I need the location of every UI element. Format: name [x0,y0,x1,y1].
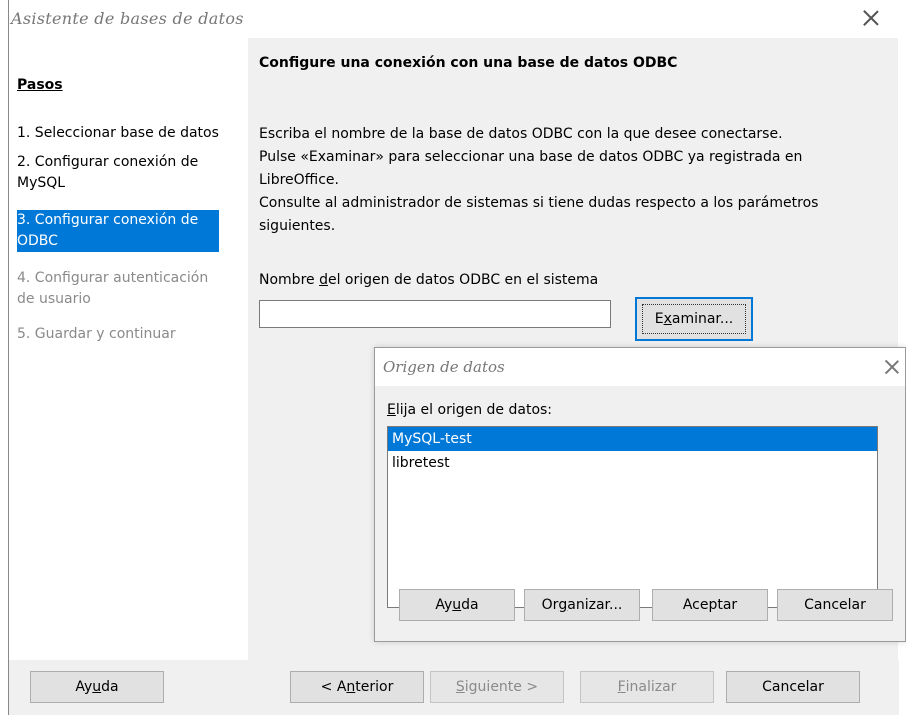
browse-button[interactable]: Ex aminar... [635,297,753,341]
odbc-source-label: Nombre del origen de datos ODBC en el si… [259,272,599,288]
next-button[interactable]: Siguiente > [430,671,564,703]
description-line: Escriba el nombre de la base de datos OD… [259,126,783,142]
choose-source-label: Elija el origen de datos: [387,402,553,418]
dialog-cancel-button[interactable]: Cancelar [777,589,893,621]
dialog-title: Origen de datos [383,358,505,376]
close-icon[interactable] [861,8,881,28]
description-line: Pulse «Examinar» para seleccionar una ba… [259,149,803,165]
organize-button[interactable]: Or g anizar... [524,589,640,621]
cancel-button[interactable]: Cancelar [726,671,860,703]
step-select-database[interactable]: 1. Seleccionar base de datos [17,123,239,144]
steps-sidebar: Pasos 1. Seleccionar base de datos 2. Co… [9,38,248,660]
step-configure-odbc[interactable]: 3. Configurar conexión de ODBC [17,210,219,252]
description-line: Consulte al administrador de sistemas si… [259,195,819,211]
dialog-help-button[interactable]: Ay u da [399,589,515,621]
page-title: Configure una conexión con una base de d… [259,55,678,71]
list-item[interactable]: libretest [388,451,877,475]
title-bar: Asistente de bases de datos [9,0,899,38]
step-save-continue[interactable]: 5. Guardar y continuar [17,324,239,345]
step-configure-mysql[interactable]: 2. Configurar conexión de MySQL [17,152,217,194]
help-button[interactable]: Ay u da [30,671,164,703]
window-title: Asistente de bases de datos [11,9,244,28]
wizard-footer: Ay u da < An terior Siguiente > Finalizar C… [9,660,899,715]
description: Escriba el nombre de la base de datos OD… [259,123,859,238]
description-line: LibreOffice. [259,172,339,188]
steps-title: Pasos [17,77,63,93]
data-source-dialog: Origen de datos Elija el origen de datos… [374,347,906,642]
data-source-list[interactable]: MySQL-test libretest [387,426,878,608]
step-user-authentication[interactable]: 4. Configurar autenticación de usuario [17,268,222,310]
list-item[interactable]: MySQL-test [388,427,877,451]
accept-button[interactable]: Aceptar [652,589,768,621]
back-button[interactable]: < An terior [290,671,424,703]
close-icon[interactable] [883,358,901,376]
finish-button[interactable]: Finalizar [580,671,714,703]
dialog-title-bar: Origen de datos [375,348,905,386]
description-line: siguientes. [259,218,336,234]
odbc-source-input[interactable] [259,300,611,328]
